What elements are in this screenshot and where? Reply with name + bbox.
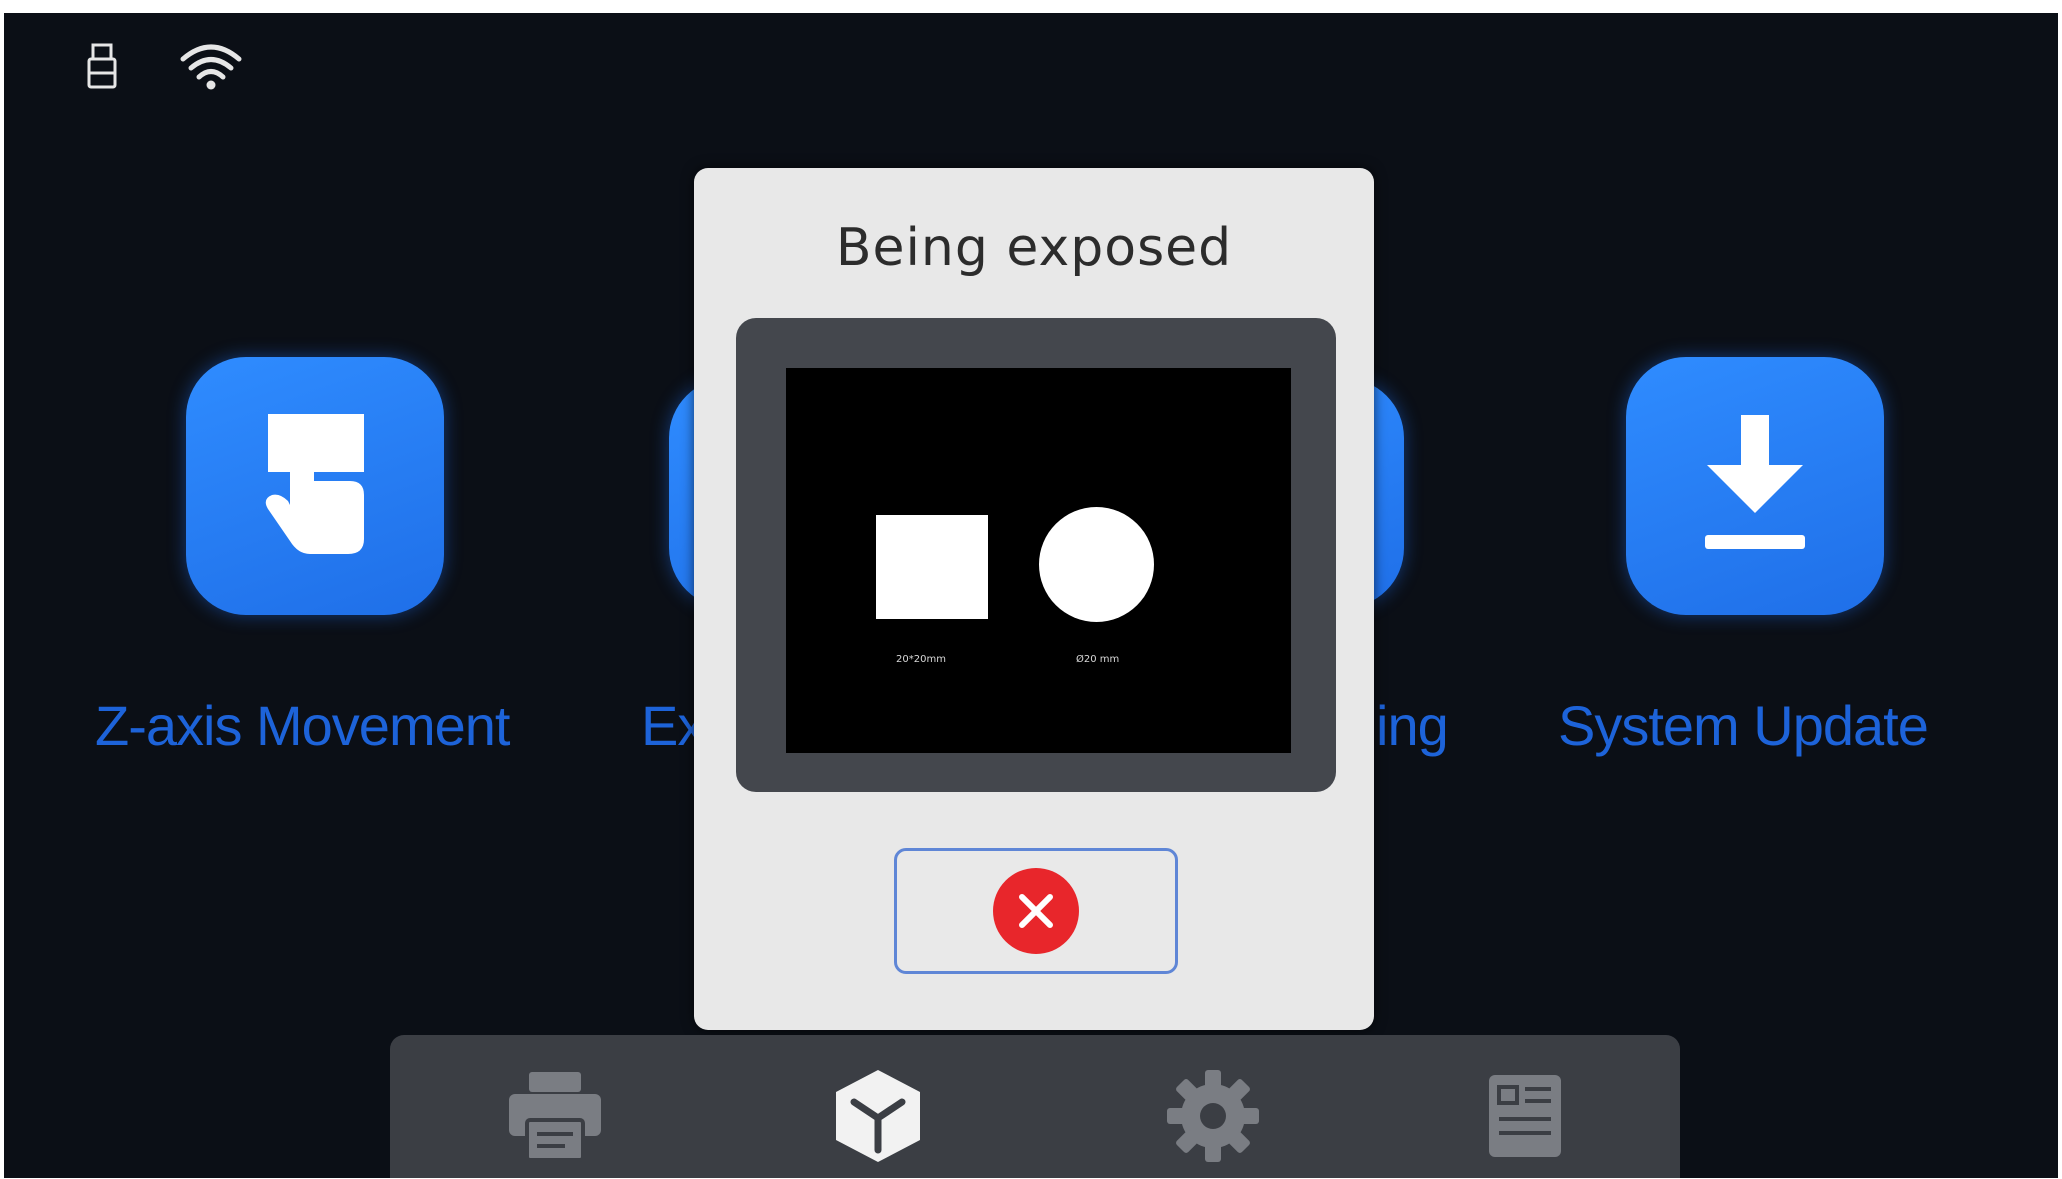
usb-icon [87,43,117,93]
nav-model[interactable] [823,1063,933,1173]
model-cube-icon [830,1066,926,1170]
exposure-dialog: Being exposed 20*20mm Ø20 mm [694,168,1374,1030]
nav-print[interactable] [500,1063,610,1173]
close-icon [993,868,1079,954]
print-icon [505,1068,605,1168]
nav-settings[interactable] [1158,1063,1268,1173]
bottom-nav [390,1035,1680,1178]
exposure-preview-canvas: 20*20mm Ø20 mm [786,368,1291,753]
exposure-preview-frame: 20*20mm Ø20 mm [736,318,1336,792]
tile-label-z-axis: Z-axis Movement [95,694,510,757]
settings-gear-icon [1165,1068,1261,1168]
tile-label-system-update: System Update [1558,694,1929,757]
system-update-tile[interactable] [1626,357,1884,615]
square-shape [876,515,988,619]
tile-label-3: ing [1376,694,1449,757]
circle-caption: Ø20 mm [1076,654,1120,665]
printer-screen: Z-axis Movement Ex ing System Update Bei… [4,13,2058,1178]
hand-pointer-icon [250,409,380,563]
circle-shape [1039,507,1154,622]
z-axis-movement-tile[interactable] [186,357,444,615]
download-icon [1695,409,1815,563]
close-button[interactable] [894,848,1178,974]
info-document-icon [1485,1071,1565,1165]
dialog-title: Being exposed [835,218,1233,278]
nav-info[interactable] [1470,1063,1580,1173]
wifi-icon [180,43,242,95]
square-caption: 20*20mm [896,654,946,665]
